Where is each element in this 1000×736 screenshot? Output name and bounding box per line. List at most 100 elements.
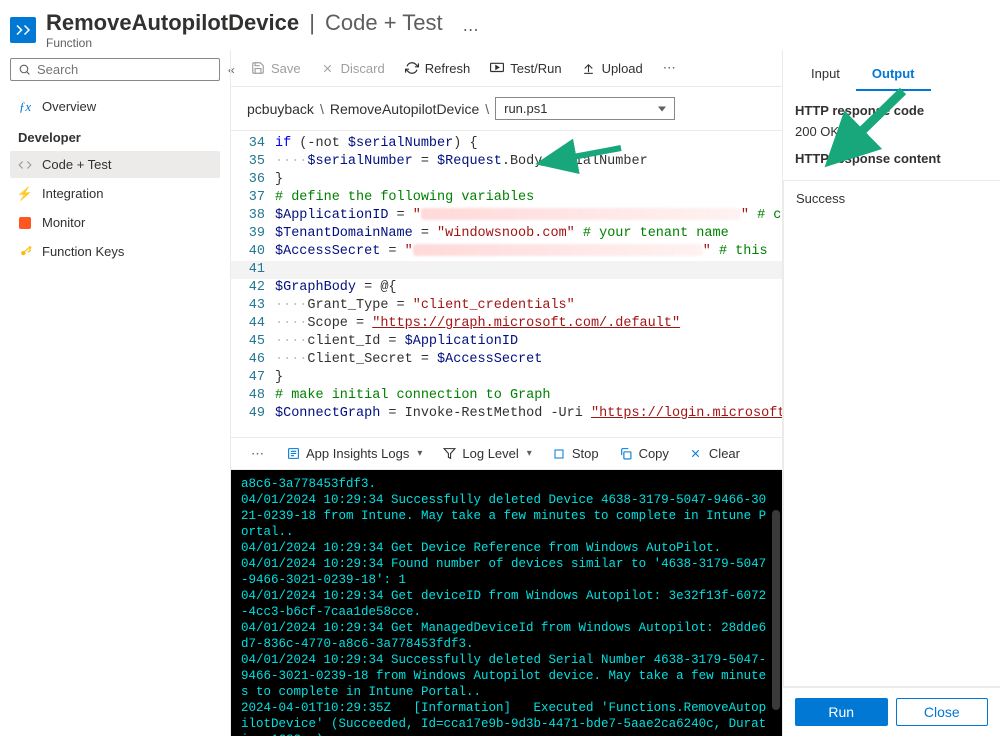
tab-input[interactable]: Input <box>795 60 856 91</box>
line-number: 43 <box>231 297 275 315</box>
response-content-box: Success <box>783 180 1000 687</box>
response-code-value: 200 OK <box>795 124 988 139</box>
function-small-icon: ƒx <box>18 100 32 114</box>
console-output[interactable]: a8c6-3a778453fdf3.04/01/2024 10:29:34 Su… <box>231 470 782 736</box>
save-button[interactable]: Save <box>243 57 309 80</box>
discard-button[interactable]: Discard <box>313 57 393 80</box>
app-insights-logs-button[interactable]: App Insights Logs ▾ <box>278 442 430 465</box>
toolbar-more-button[interactable]: ⋯ <box>655 56 686 80</box>
code-line[interactable]: 34if (-not $serialNumber) { <box>231 135 782 153</box>
page-section: Code + Test <box>325 10 443 35</box>
refresh-button[interactable]: Refresh <box>397 57 479 80</box>
code-line[interactable]: 48# make initial connection to Graph <box>231 387 782 405</box>
code-line[interactable]: 36} <box>231 171 782 189</box>
code-editor[interactable]: 34if (-not $serialNumber) {35····$serial… <box>231 131 782 437</box>
line-number: 44 <box>231 315 275 333</box>
code-line[interactable]: 42$GraphBody = @{ <box>231 279 782 297</box>
scrollbar[interactable] <box>772 510 780 710</box>
breadcrumb-seg-1[interactable]: pcbuyback <box>247 101 314 117</box>
breadcrumb-seg-2[interactable]: RemoveAutopilotDevice <box>330 101 479 117</box>
console-line: 04/01/2024 10:29:34 Get ManagedDeviceId … <box>241 620 772 652</box>
copy-icon <box>619 447 633 461</box>
code-line[interactable]: 35····$serialNumber = $Request.Body.seri… <box>231 153 782 171</box>
code-line[interactable]: 47} <box>231 369 782 387</box>
line-number: 36 <box>231 171 275 189</box>
code-line[interactable]: 39$TenantDomainName = "windowsnoob.com" … <box>231 225 782 243</box>
line-number: 45 <box>231 333 275 351</box>
search-icon <box>17 63 31 77</box>
monitor-icon <box>18 216 32 230</box>
sidebar-item-label: Integration <box>42 186 103 201</box>
code-line[interactable]: 49$ConnectGraph = Invoke-RestMethod -Uri… <box>231 405 782 423</box>
console-line: a8c6-3a778453fdf3. <box>241 476 772 492</box>
line-number: 41 <box>231 261 275 279</box>
code-line[interactable]: 45····client_Id = $ApplicationID <box>231 333 782 351</box>
test-run-button[interactable]: Test/Run <box>482 57 569 80</box>
more-actions-button[interactable]: ⋯ <box>463 20 481 40</box>
clear-button[interactable]: Clear <box>681 442 748 465</box>
line-number: 47 <box>231 369 275 387</box>
chevron-down-icon: ▾ <box>527 448 532 459</box>
sidebar-item-label: Monitor <box>42 215 85 230</box>
line-number: 34 <box>231 135 275 153</box>
console-line: 04/01/2024 10:29:34 Get Device Reference… <box>241 540 772 556</box>
code-line[interactable]: 38$ApplicationID = "" # create a <box>231 207 782 225</box>
page-title: RemoveAutopilotDevice <box>46 10 299 35</box>
test-run-icon <box>490 61 504 75</box>
search-input-wrapper[interactable] <box>10 58 220 81</box>
file-selector[interactable]: run.ps1 <box>495 97 675 120</box>
line-number: 38 <box>231 207 275 225</box>
sidebar-item-monitor[interactable]: Monitor <box>10 209 220 236</box>
refresh-icon <box>405 61 419 75</box>
code-line[interactable]: 40$AccessSecret = "" # this <box>231 243 782 261</box>
response-code-label: HTTP response code <box>795 103 988 118</box>
code-line[interactable]: 46····Client_Secret = $AccessSecret <box>231 351 782 369</box>
console-line: 04/01/2024 10:29:34 Found number of devi… <box>241 556 772 588</box>
line-number: 37 <box>231 189 275 207</box>
sidebar-item-label: Overview <box>42 99 96 114</box>
search-input[interactable] <box>37 62 213 77</box>
sidebar-item-integration[interactable]: ⚡ Integration <box>10 180 220 207</box>
function-icon <box>10 17 36 43</box>
sidebar-item-overview[interactable]: ƒx Overview <box>10 93 220 120</box>
line-number: 46 <box>231 351 275 369</box>
run-button[interactable]: Run <box>795 698 888 726</box>
console-line: 2024-04-01T10:29:35Z [Information] Execu… <box>241 700 772 736</box>
stop-icon <box>552 447 566 461</box>
line-number: 40 <box>231 243 275 261</box>
copy-button[interactable]: Copy <box>611 442 677 465</box>
upload-button[interactable]: Upload <box>574 57 651 80</box>
code-line[interactable]: 44····Scope = "https://graph.microsoft.c… <box>231 315 782 333</box>
line-number: 48 <box>231 387 275 405</box>
title-separator: | <box>309 10 315 35</box>
line-number: 35 <box>231 153 275 171</box>
filter-icon <box>442 447 456 461</box>
close-button[interactable]: Close <box>896 698 989 726</box>
response-content-value: Success <box>796 191 845 206</box>
code-line[interactable]: 41 <box>231 261 782 279</box>
tab-output[interactable]: Output <box>856 60 931 91</box>
upload-icon <box>582 61 596 75</box>
code-line[interactable]: 43····Grant_Type = "client_credentials" <box>231 297 782 315</box>
stop-button[interactable]: Stop <box>544 442 607 465</box>
sidebar-item-code-test[interactable]: Code + Test <box>10 151 220 178</box>
key-icon <box>18 245 32 259</box>
console-line: 04/01/2024 10:29:34 Successfully deleted… <box>241 652 772 700</box>
breadcrumb-sep: \ <box>320 101 324 117</box>
clear-icon <box>689 447 703 461</box>
code-line[interactable]: 37# define the following variables <box>231 189 782 207</box>
console-line: 04/01/2024 10:29:34 Successfully deleted… <box>241 492 772 540</box>
breadcrumb-sep: \ <box>485 101 489 117</box>
sidebar-item-function-keys[interactable]: Function Keys <box>10 238 220 265</box>
line-number: 49 <box>231 405 275 423</box>
console-line: 04/01/2024 10:29:34 Get deviceID from Wi… <box>241 588 772 620</box>
log-more-button[interactable]: ⋯ <box>243 446 274 462</box>
logs-icon <box>286 447 300 461</box>
log-level-button[interactable]: Log Level ▾ <box>434 442 539 465</box>
discard-icon <box>321 61 335 75</box>
sidebar-item-label: Function Keys <box>42 244 124 259</box>
sidebar-section-developer: Developer <box>10 122 220 149</box>
redacted-value <box>413 244 703 256</box>
chevron-down-icon: ▾ <box>417 448 422 459</box>
save-icon <box>251 61 265 75</box>
